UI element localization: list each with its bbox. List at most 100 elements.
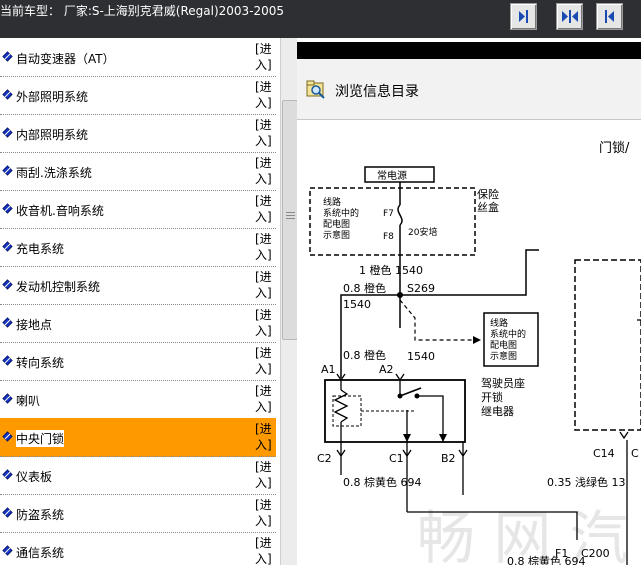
ref-box2-line2: 系统中的	[490, 328, 526, 340]
content-panel: 浏览信息目录 畅 网 汽 门锁/ 常电源 保险 丝盒 线路 系统中的 配电图 示…	[297, 38, 641, 565]
enter-link[interactable]: [进入]	[255, 421, 272, 453]
scrollbar-thumb[interactable]	[282, 100, 298, 340]
wire3-label: 0.8 橙色	[343, 348, 386, 362]
pencil-icon	[2, 317, 13, 328]
ref-box2-line4: 示意图	[490, 350, 517, 362]
enter-link[interactable]: [进入]	[255, 79, 272, 111]
list-item[interactable]: 仪表板 [进入]	[0, 456, 276, 495]
enter-link[interactable]: [进入]	[255, 535, 272, 565]
list-item[interactable]: 喇叭 [进入]	[0, 380, 276, 419]
list-item-label: 通信系统	[16, 546, 65, 560]
pencil-icon	[2, 469, 13, 480]
nav-expand-icon	[562, 10, 578, 23]
wire6-label: 0.8 棕黄色 694	[507, 554, 585, 565]
list-item-label: 发动机控制系统	[16, 280, 101, 294]
nav-prev-button[interactable]	[596, 3, 623, 30]
conn-c-label: C	[631, 447, 639, 460]
wire-1540b-label: 1540	[407, 350, 435, 363]
fuse-box-label-2: 丝盒	[477, 200, 499, 214]
pencil-icon	[2, 241, 13, 252]
enter-link[interactable]: [进入]	[255, 497, 272, 529]
pencil-icon	[2, 393, 13, 404]
fuse-amp-label: 20安培	[408, 226, 437, 238]
pencil-icon	[2, 355, 13, 366]
enter-link[interactable]: [进入]	[255, 231, 272, 263]
nav-prev-icon	[605, 10, 614, 23]
wire-1540-label: 1540	[343, 298, 371, 311]
list-item[interactable]: 自动变速器（AT） [进入]	[0, 38, 276, 77]
list-item[interactable]: 接地点 [进入]	[0, 304, 276, 343]
relay-outline	[324, 379, 466, 443]
list-item[interactable]: 收音机.音响系统 [进入]	[0, 190, 276, 229]
pencil-icon	[2, 51, 13, 62]
conn-c14-label: C14	[593, 447, 615, 460]
list-item[interactable]: 防盗系统 [进入]	[0, 494, 276, 533]
wire1-label: 1 橙色 1540	[359, 263, 423, 277]
list-scrollbar[interactable]	[280, 38, 298, 565]
list-item[interactable]: 通信系统 [进入]	[0, 532, 276, 565]
pencil-icon	[2, 279, 13, 290]
list-item-label: 接地点	[16, 318, 53, 332]
ref-box2-line3: 配电图	[490, 339, 517, 351]
wire4-label: 0.8 棕黄色 694	[343, 475, 421, 489]
list-item[interactable]: 雨刮.洗涤系统 [进入]	[0, 152, 276, 191]
list-item-label: 充电系统	[16, 242, 65, 256]
top-bar: 当前车型： 厂家:S-上海别克君威(Regal)2003-2005	[0, 0, 641, 38]
list-item[interactable]: 充电系统 [进入]	[0, 228, 276, 267]
fuse-box-label-1: 保险	[477, 187, 499, 201]
browse-header[interactable]: 浏览信息目录	[297, 59, 641, 120]
pin-c1-label: C1	[389, 452, 404, 465]
enter-link[interactable]: [进入]	[255, 459, 272, 491]
diagram-title: 门锁/	[599, 140, 630, 156]
nav-expand-button[interactable]	[556, 3, 583, 30]
list-item[interactable]: 外部照明系统 [进入]	[0, 76, 276, 115]
pin-b2-label: B2	[441, 452, 456, 465]
pin-a1-label: A1	[321, 363, 336, 376]
list-item-label: 喇叭	[16, 394, 41, 408]
ref-box1-line2: 系统中的	[323, 207, 359, 219]
ref-box1-line4: 示意图	[323, 229, 350, 241]
pencil-icon	[2, 127, 13, 138]
list-item-label: 转向系统	[16, 356, 65, 370]
fuse-symbol	[397, 204, 403, 226]
browse-directory-icon	[306, 80, 325, 99]
ref-box1-line3: 配电图	[323, 218, 350, 230]
ref-box2-line1: 线路	[490, 317, 508, 329]
list-item-label: 收音机.音响系统	[16, 204, 104, 218]
ref-box1-line1: 线路	[323, 196, 341, 208]
pencil-icon	[2, 203, 13, 214]
relay-label-2: 开锁	[481, 390, 503, 404]
enter-link[interactable]: [进入]	[255, 345, 272, 377]
nav-next-button[interactable]	[510, 3, 537, 30]
right-component-outline	[574, 259, 641, 431]
wiring-diagram: 畅 网 汽 门锁/ 常电源 保险 丝盒 线路 系统中的 配电图 示意图 F7 F…	[309, 140, 641, 565]
list-item-label: 自动变速器（AT）	[16, 52, 115, 66]
enter-link[interactable]: [进入]	[255, 193, 272, 225]
list-item[interactable]: 中央门锁 [进入]	[0, 418, 276, 457]
nav-next-icon	[519, 10, 528, 23]
list-item[interactable]: 发动机控制系统 [进入]	[0, 266, 276, 305]
enter-link[interactable]: [进入]	[255, 117, 272, 149]
vehicle-title: 当前车型： 厂家:S-上海别克君威(Regal)2003-2005	[0, 4, 285, 18]
pencil-icon	[2, 89, 13, 100]
pin-c2-label: C2	[317, 452, 332, 465]
enter-link[interactable]: [进入]	[255, 307, 272, 339]
fuse-f7-label: F7	[383, 209, 394, 219]
category-list: 自动变速器（AT） [进入] 外部照明系统 [进入] 内部照明系统 [进入] 雨刮.洗涤系统…	[0, 38, 280, 565]
enter-link[interactable]: [进入]	[255, 269, 272, 301]
pencil-icon	[2, 431, 13, 442]
pencil-icon	[2, 545, 13, 556]
list-item[interactable]: 内部照明系统 [进入]	[0, 114, 276, 153]
enter-link[interactable]: [进入]	[255, 155, 272, 187]
wire5-label: 0.35 浅绿色 13	[547, 475, 625, 489]
pencil-icon	[2, 165, 13, 176]
enter-link[interactable]: [进入]	[255, 383, 272, 415]
relay-coil	[333, 389, 349, 423]
list-item-label: 内部照明系统	[16, 128, 89, 142]
list-item[interactable]: 转向系统 [进入]	[0, 342, 276, 381]
enter-link[interactable]: [进入]	[255, 41, 272, 73]
relay-label-3: 继电器	[481, 405, 514, 418]
list-item-label: 防盗系统	[16, 508, 65, 522]
list-item-label: 中央门锁	[16, 430, 65, 447]
relay-label-1: 驾驶员座	[481, 376, 525, 390]
